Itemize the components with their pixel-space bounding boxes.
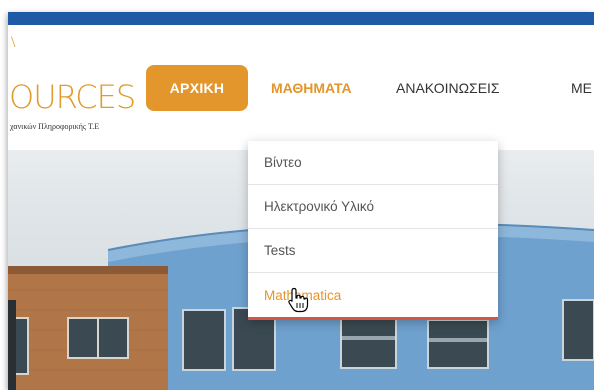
nav-item-home[interactable]: ΑΡΧΙΚΗ	[146, 65, 248, 111]
logo-text: OURCES	[9, 78, 136, 116]
dropdown-item-tests[interactable]: Tests	[248, 229, 498, 273]
dropdown-item-video[interactable]: Βίντεο	[248, 141, 498, 185]
dropdown-item-mathematica[interactable]: Mathematica	[248, 273, 498, 317]
nav-item-announcements[interactable]: ΑΝΑΚΟΙΝΩΣΕΙΣ	[396, 65, 500, 111]
nav-item-courses[interactable]: ΜΑΘΗΜΑΤΑ	[271, 65, 352, 111]
top-bar	[8, 12, 594, 25]
logo-subtitle: χανικών Πληροφορικής Τ.Ε	[10, 122, 100, 131]
hand-pointer-icon	[288, 287, 309, 313]
courses-dropdown-menu: Βίντεο Ηλεκτρονικό Υλικό Tests Mathemati…	[248, 141, 498, 320]
browser-viewport: \ OURCES χανικών Πληροφορικής Τ.Ε ΑΡΧΙΚΗ…	[8, 12, 594, 390]
nav-item-more[interactable]: ΜΕ	[571, 65, 592, 111]
dropdown-item-electronic-material[interactable]: Ηλεκτρονικό Υλικό	[248, 185, 498, 229]
logo-mark: \	[11, 34, 16, 51]
